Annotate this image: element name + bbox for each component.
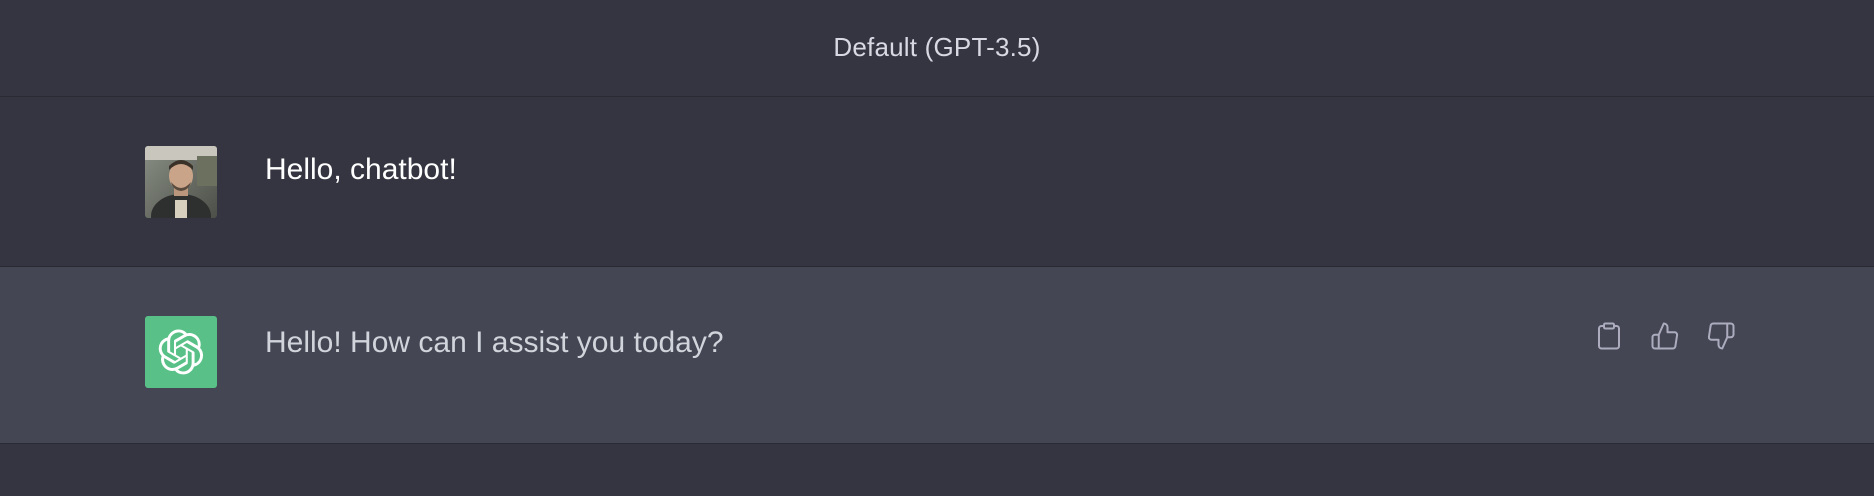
model-header: Default (GPT-3.5)	[0, 0, 1874, 97]
chat-page: Default (GPT-3.5) Hello, chatbot! Hello!…	[0, 0, 1874, 496]
clipboard-icon	[1598, 322, 1620, 350]
model-title: Default (GPT-3.5)	[833, 31, 1041, 62]
thumbs-up-button[interactable]	[1648, 319, 1682, 353]
user-avatar	[145, 146, 217, 218]
user-message-text: Hello, chatbot!	[265, 153, 457, 186]
message-actions	[1592, 319, 1738, 353]
user-photo-avatar	[145, 146, 217, 218]
footer-area	[0, 444, 1874, 496]
thumbs-down-button[interactable]	[1704, 319, 1738, 353]
user-message-row: Hello, chatbot!	[0, 97, 1874, 267]
assistant-message-row: Hello! How can I assist you today?	[0, 267, 1874, 444]
assistant-message-text: Hello! How can I assist you today?	[265, 326, 724, 359]
assistant-avatar	[145, 316, 217, 388]
openai-logo-icon	[158, 329, 204, 375]
thumbs-up-icon	[1651, 322, 1679, 350]
thumbs-down-icon	[1707, 322, 1735, 350]
copy-button[interactable]	[1592, 319, 1626, 353]
